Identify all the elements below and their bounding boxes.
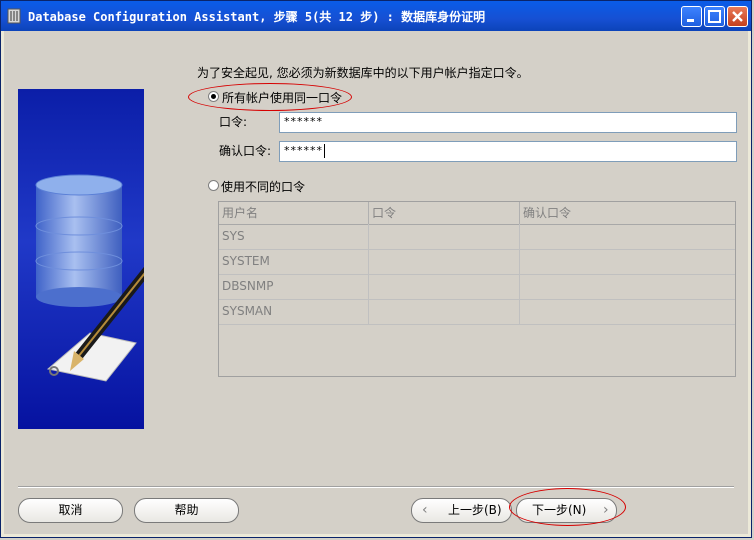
table-row[interactable]: SYSTEM [219,249,735,275]
table-row[interactable]: SYS [219,224,735,250]
cell-username: DBSNMP [219,274,369,299]
table-header: 用户名 口令 确认口令 [219,202,735,225]
app-icon [7,8,21,24]
password-field[interactable]: ****** [279,112,737,133]
user-password-table: 用户名 口令 确认口令 SYS SYSTEM DBSNMP SYSMAN [218,201,736,377]
chevron-right-icon: › [603,502,609,518]
confirm-password-value: ****** [284,144,323,157]
cell-password[interactable] [369,299,520,324]
chevron-left-icon: ‹ [422,502,428,518]
table-row[interactable]: SYSMAN [219,299,735,325]
cell-confirm-password[interactable] [520,299,735,324]
same-password-label[interactable]: 所有帐户使用同一口令 [222,89,342,106]
column-header-password[interactable]: 口令 [369,202,520,224]
different-password-radio[interactable] [208,180,219,191]
cell-username: SYS [219,224,369,249]
cell-password[interactable] [369,249,520,274]
title-bar[interactable]: Database Configuration Assistant, 步骤 5(共… [1,1,751,31]
maximize-icon [708,10,721,23]
password-label: 口令: [219,115,248,129]
maximize-button[interactable] [704,6,725,27]
minimize-icon [687,19,694,22]
cell-username: SYSTEM [219,249,369,274]
cell-confirm-password[interactable] [520,224,735,249]
cancel-button[interactable]: 取消 [18,498,123,523]
column-header-confirm-password[interactable]: 确认口令 [520,202,735,224]
cell-confirm-password[interactable] [520,274,735,299]
cell-password[interactable] [369,274,520,299]
confirm-password-field[interactable]: ****** [279,141,737,162]
close-icon [732,11,743,22]
close-button[interactable] [727,6,748,27]
back-button[interactable]: ‹ 上一步(B) [411,498,512,523]
dialog-content: 为了安全起见, 您必须为新数据库中的以下用户帐户指定口令。 所有帐户使用同一口令… [4,31,748,534]
wizard-illustration [18,89,144,429]
next-button[interactable]: 下一步(N) › [516,498,617,523]
footer-separator [18,486,734,488]
cell-username: SYSMAN [219,299,369,324]
dialog-window: Database Configuration Assistant, 步骤 5(共… [0,0,752,538]
back-button-label: 上一步(B) [448,503,502,517]
cell-confirm-password[interactable] [520,249,735,274]
table-row[interactable]: DBSNMP [219,274,735,300]
confirm-password-label: 确认口令: [219,144,272,158]
text-caret [324,144,325,158]
column-header-username[interactable]: 用户名 [219,202,369,224]
help-button[interactable]: 帮助 [134,498,239,523]
database-pen-illustration [35,174,144,382]
different-password-label[interactable]: 使用不同的口令 [221,178,305,195]
same-password-radio[interactable] [208,91,219,102]
window-title: Database Configuration Assistant, 步骤 5(共… [28,10,486,24]
cell-password[interactable] [369,224,520,249]
minimize-button[interactable] [681,6,702,27]
next-button-label: 下一步(N) [532,503,587,517]
instruction-text: 为了安全起见, 您必须为新数据库中的以下用户帐户指定口令。 [197,66,529,80]
